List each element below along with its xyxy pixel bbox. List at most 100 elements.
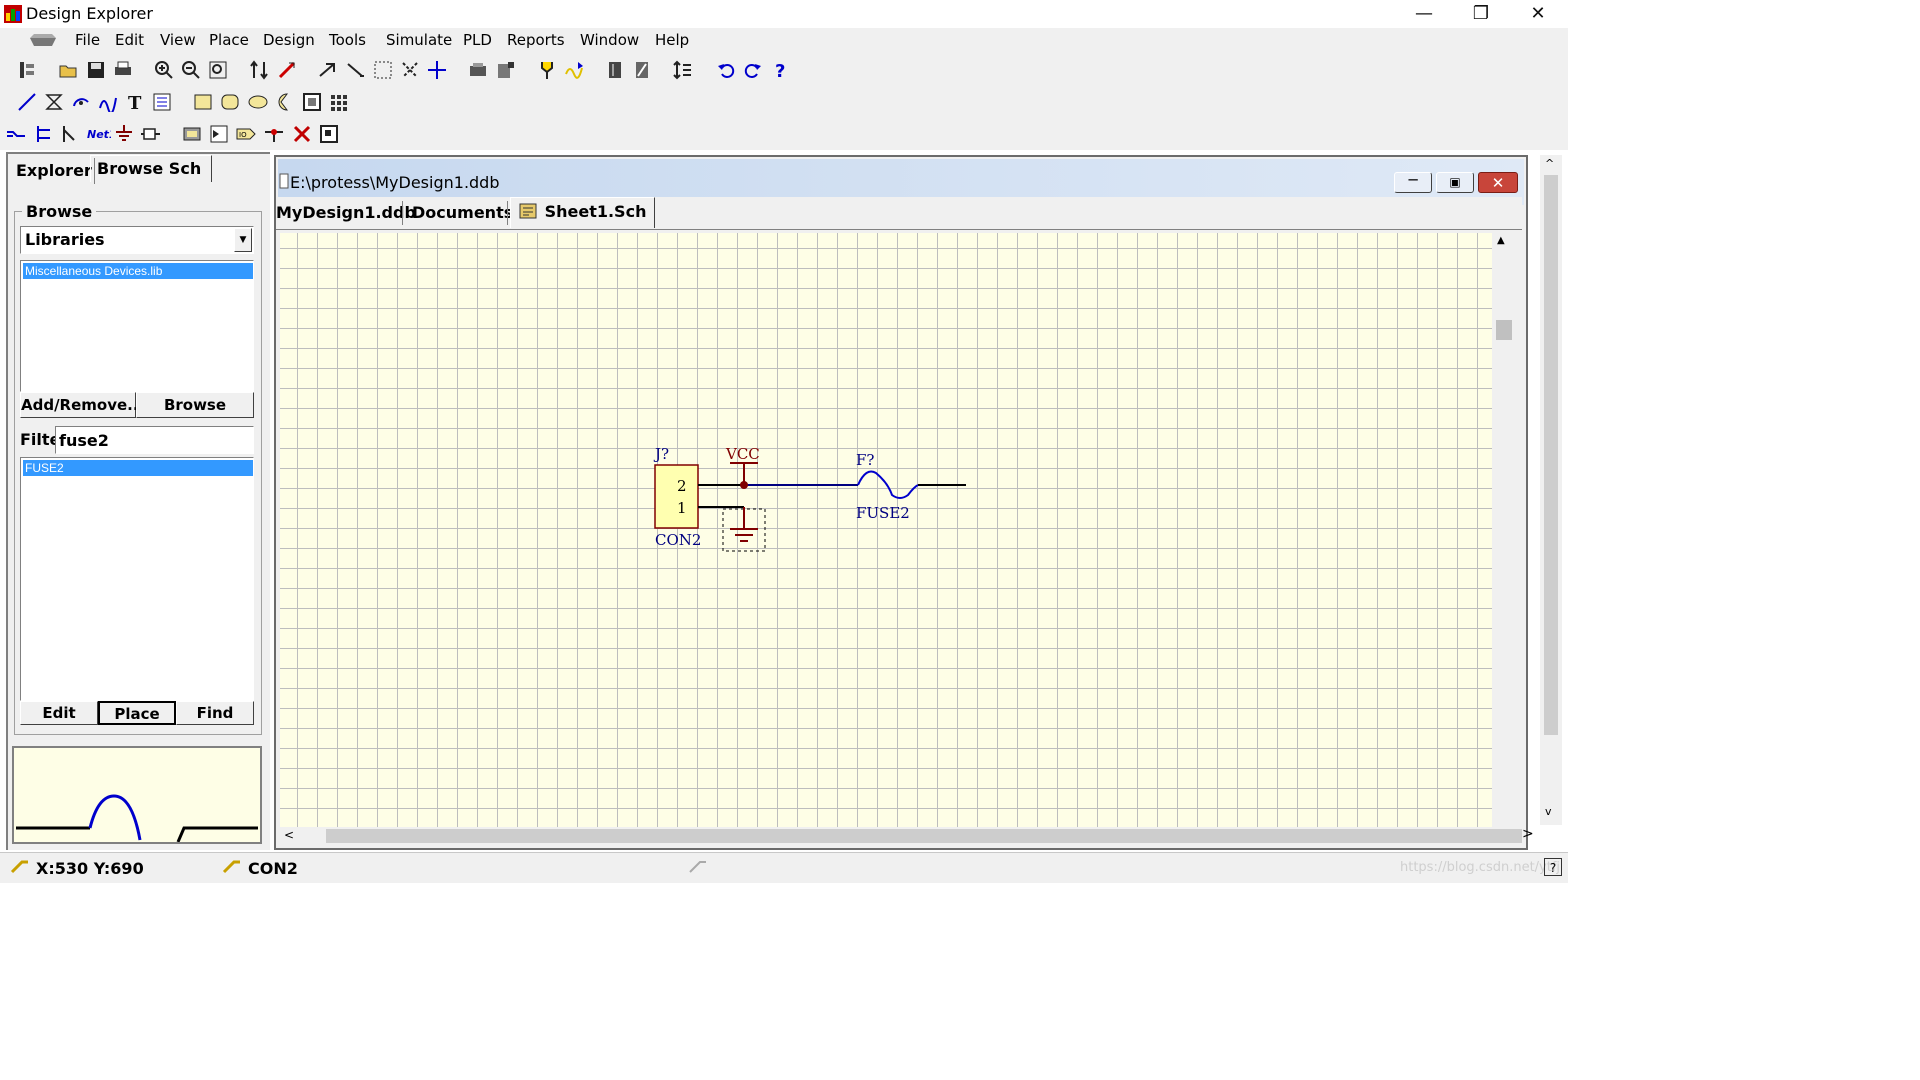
restore-icon[interactable]: ❐ (1458, 0, 1504, 28)
add-remove-button[interactable]: Add/Remove... (20, 392, 144, 418)
run-simulation-icon[interactable] (564, 60, 584, 80)
browse-type-select[interactable]: Libraries ▼ (20, 226, 254, 254)
minimize-icon[interactable]: — (1401, 0, 1447, 28)
rectangle-icon[interactable] (193, 92, 213, 112)
menu-view[interactable]: View (160, 31, 196, 49)
menu-tools[interactable]: Tools (329, 31, 366, 49)
chevron-down-icon[interactable]: ▼ (234, 228, 252, 252)
open-icon[interactable] (58, 60, 78, 80)
menu-place[interactable]: Place (209, 31, 249, 49)
sheet-symbol-icon[interactable] (182, 124, 202, 144)
bus-tool-icon[interactable] (346, 60, 366, 80)
outer-scroll-down-icon[interactable]: v (1545, 805, 1552, 818)
outer-scroll-thumb[interactable] (1544, 175, 1558, 735)
horizontal-scrollbar[interactable]: < (280, 827, 1522, 845)
doc-minimize-icon[interactable]: ─ (1394, 172, 1432, 193)
pie-icon[interactable] (275, 92, 295, 112)
place-button[interactable]: Place (98, 701, 176, 725)
array-icon[interactable] (329, 92, 349, 112)
connector-designator[interactable]: J? (655, 445, 669, 463)
hierarchy-icon[interactable] (249, 60, 269, 80)
component-item[interactable]: FUSE2 (23, 460, 253, 476)
place-wire-icon[interactable] (6, 124, 26, 144)
deselect-icon[interactable] (400, 60, 420, 80)
cross-probe-icon[interactable] (277, 60, 297, 80)
context-help-icon[interactable]: ? (1544, 858, 1562, 876)
arc-icon[interactable] (71, 92, 91, 112)
pcb-layout-icon[interactable] (319, 124, 339, 144)
port-icon[interactable]: IO (236, 124, 256, 144)
wire-tool-icon[interactable] (318, 60, 338, 80)
outer-scroll-up-icon[interactable]: ^ (1545, 157, 1554, 170)
doc-maximize-icon[interactable]: ▣ (1436, 172, 1474, 193)
redo-icon[interactable] (743, 60, 763, 80)
schematic-canvas[interactable]: J? 2 1 CON2 VCC F? FUSE2 (280, 233, 1492, 827)
tab-sheet1[interactable]: Sheet1.Sch (510, 197, 656, 228)
power-label[interactable]: VCC (726, 445, 760, 463)
browse-library-icon[interactable] (496, 60, 516, 80)
text-frame-icon[interactable] (152, 92, 172, 112)
fuse-designator[interactable]: F? (856, 451, 874, 469)
library-item[interactable]: Miscellaneous Devices.lib (23, 263, 253, 279)
close-icon[interactable]: ✕ (1515, 0, 1561, 28)
sheet-entry-icon[interactable] (209, 124, 229, 144)
select-area-icon[interactable] (373, 60, 393, 80)
net-label-icon[interactable]: Net1 (87, 124, 111, 144)
graphic-icon[interactable] (302, 92, 322, 112)
menu-reports[interactable]: Reports (507, 31, 565, 49)
tab-documents[interactable]: Documents (412, 199, 513, 227)
filter-input[interactable] (55, 426, 254, 454)
scroll-thumb[interactable] (1496, 320, 1512, 340)
horizontal-scroll-thumb[interactable] (326, 829, 1522, 843)
scroll-left-icon[interactable]: < (284, 828, 294, 842)
zoom-fit-icon[interactable] (208, 60, 228, 80)
menu-pld[interactable]: PLD (463, 31, 492, 49)
edit-button[interactable]: Edit (20, 701, 98, 725)
scroll-up-icon[interactable]: ▲ (1497, 235, 1505, 246)
bus-entry-icon[interactable] (61, 124, 81, 144)
tab-browse-sch[interactable]: Browse Sch (90, 155, 212, 182)
system-menu-icon[interactable] (28, 32, 58, 48)
outer-scroll-right-icon[interactable]: > (1522, 826, 1534, 842)
menu-simulate[interactable]: Simulate (386, 31, 452, 49)
probe-icon[interactable] (537, 60, 557, 80)
find-button[interactable]: Find (176, 701, 254, 725)
pld-compile-icon[interactable] (605, 60, 625, 80)
ellipse-icon[interactable] (248, 92, 268, 112)
text-icon[interactable]: T (125, 92, 145, 112)
line-icon[interactable] (17, 92, 37, 112)
tab-explorer[interactable]: Explorer (10, 158, 95, 184)
place-part-icon[interactable] (141, 124, 161, 144)
tab-mydesign1[interactable]: MyDesign1.ddb (276, 199, 416, 227)
save-icon[interactable] (86, 60, 106, 80)
round-rectangle-icon[interactable] (220, 92, 240, 112)
pld-simulate-icon[interactable] (632, 60, 652, 80)
power-port-icon[interactable] (114, 124, 134, 144)
no-erc-icon[interactable] (292, 124, 312, 144)
menu-edit[interactable]: Edit (115, 31, 144, 49)
connector-body[interactable] (654, 464, 699, 529)
doc-close-icon[interactable]: ✕ (1478, 172, 1518, 193)
outer-vertical-scrollbar[interactable]: ^ v (1540, 155, 1562, 825)
undo-icon[interactable] (716, 60, 736, 80)
zoom-out-icon[interactable] (181, 60, 201, 80)
menu-file[interactable]: File (75, 31, 100, 49)
up-down-hierarchy-icon[interactable] (673, 60, 693, 80)
polygon-icon[interactable] (44, 92, 64, 112)
bezier-icon[interactable] (98, 92, 118, 112)
connector-comment[interactable]: CON2 (655, 531, 701, 549)
help-icon[interactable]: ? (771, 60, 791, 80)
zoom-in-icon[interactable] (154, 60, 174, 80)
design-manager-icon[interactable] (18, 60, 38, 80)
move-icon[interactable] (427, 60, 447, 80)
library-icon[interactable] (468, 60, 488, 80)
vertical-scrollbar[interactable]: ▲ (1494, 233, 1512, 827)
fuse-comment[interactable]: FUSE2 (856, 504, 910, 522)
menu-design[interactable]: Design (263, 31, 315, 49)
browse-button[interactable]: Browse (136, 392, 254, 418)
menu-window[interactable]: Window (580, 31, 639, 49)
junction-icon[interactable] (264, 124, 284, 144)
print-icon[interactable] (113, 60, 133, 80)
place-bus-icon[interactable] (34, 124, 54, 144)
menu-help[interactable]: Help (655, 31, 689, 49)
